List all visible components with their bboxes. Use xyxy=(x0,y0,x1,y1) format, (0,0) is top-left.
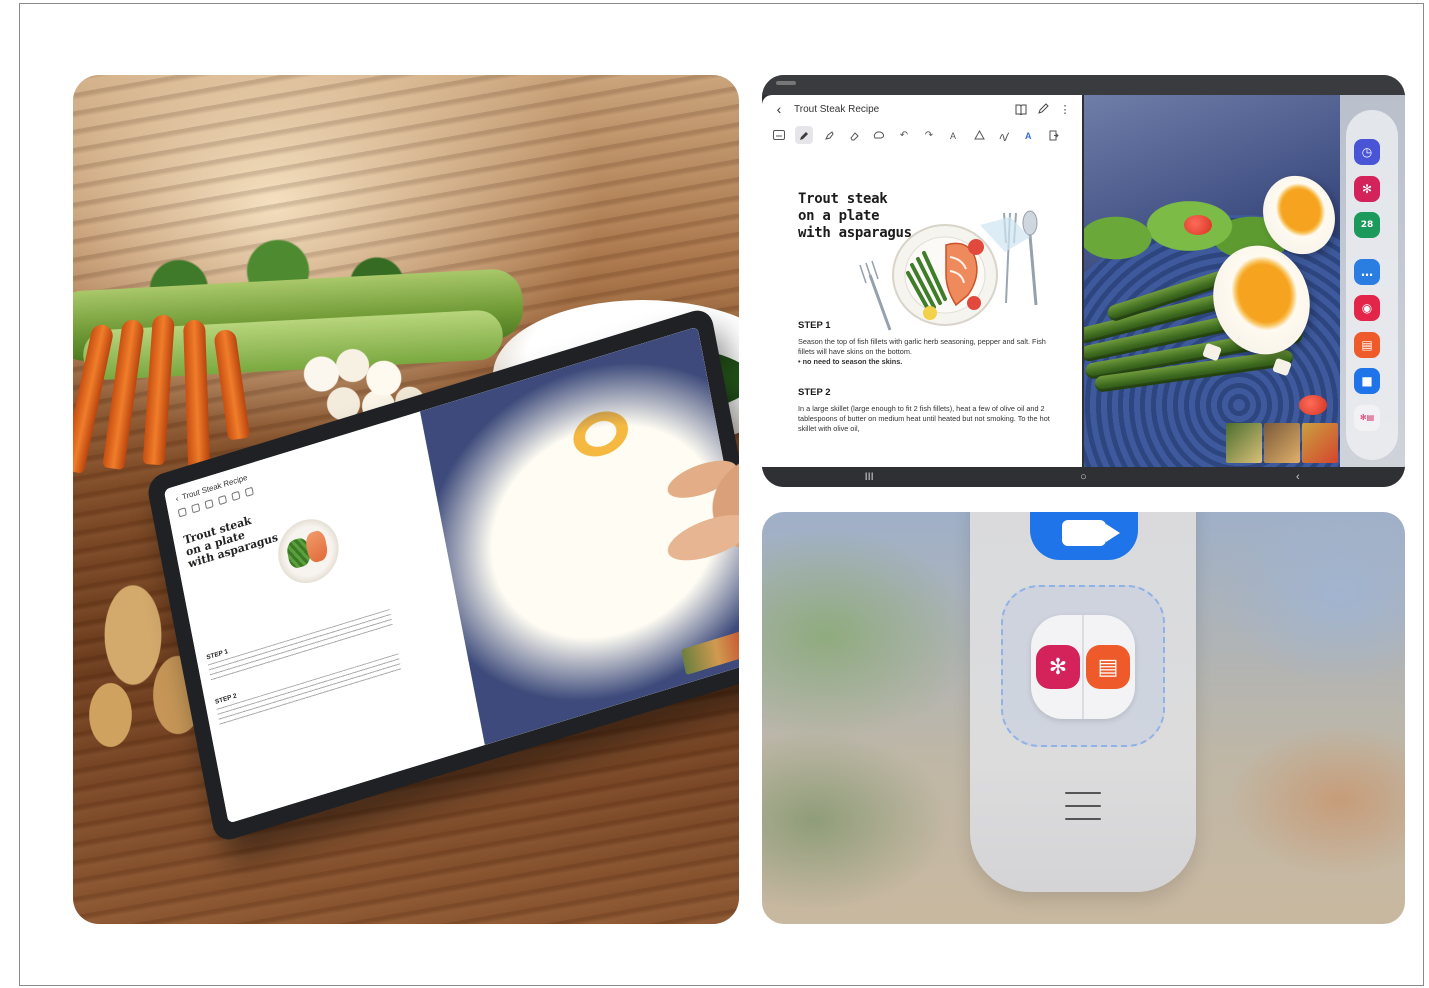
messages-glyph: … xyxy=(1361,265,1373,279)
note-title: Trout Steak Recipe xyxy=(794,103,880,115)
tool-icon[interactable] xyxy=(231,490,241,502)
app-pair-icon[interactable]: ✻▤ xyxy=(1354,405,1380,431)
edge-panel: ◷ ✻ 28 … ◉ ▤ ■ ✻▤ xyxy=(1340,95,1405,467)
undo-icon[interactable]: ↶ xyxy=(895,126,913,144)
eraser-icon[interactable] xyxy=(845,126,863,144)
tool-icon[interactable] xyxy=(191,503,201,514)
tool-icon[interactable] xyxy=(217,494,228,506)
gallery-flower-icon: ✻ xyxy=(1036,645,1080,689)
clock-glyph: ◷ xyxy=(1361,145,1373,159)
shape-icon[interactable] xyxy=(970,126,988,144)
menu-icon[interactable] xyxy=(1065,792,1101,824)
step1-label: STEP 1 xyxy=(798,320,831,331)
share-icon[interactable] xyxy=(1045,126,1063,144)
svg-text:A: A xyxy=(1025,131,1032,141)
tool-icon[interactable] xyxy=(177,507,187,518)
tomato xyxy=(1184,215,1212,235)
tool-icon[interactable] xyxy=(244,486,254,497)
notes-toolbar: ↶ ↷ A A xyxy=(762,123,1082,147)
redo-icon[interactable]: ↷ xyxy=(920,126,938,144)
notes-glyph: ▤ xyxy=(1361,338,1373,352)
photo-thumbnail[interactable] xyxy=(1264,423,1300,463)
tablet-lifestyle-photo: ‹ Trout Steak Recipe Trout steak on a pl… xyxy=(73,75,739,924)
gallery-flower-glyph: ✻ xyxy=(1048,654,1068,679)
home-button[interactable]: ○ xyxy=(1068,471,1098,483)
calendar-icon[interactable]: 28 xyxy=(1354,212,1380,238)
edge-panel-closeup: ✻ ▤ xyxy=(762,512,1405,924)
notes-icon[interactable]: ▤ xyxy=(1354,332,1380,358)
back-icon[interactable]: ‹ xyxy=(175,494,179,504)
svg-text:A: A xyxy=(950,131,956,141)
tool-icon[interactable] xyxy=(204,499,214,510)
messages-icon[interactable]: … xyxy=(1354,259,1380,285)
back-button[interactable]: ‹ xyxy=(1283,471,1313,483)
reading-mode-icon[interactable]: A xyxy=(1020,126,1038,144)
back-arrow-icon[interactable]: ‹ xyxy=(772,102,786,116)
tomato xyxy=(1299,395,1327,415)
gallery-flower-icon[interactable]: ✻ xyxy=(1354,176,1380,202)
notes-app-pane: ‹ Trout Steak Recipe ⋮ ↶ ↷ A A Trout ste… xyxy=(762,95,1082,467)
highlighter-icon[interactable] xyxy=(820,126,838,144)
handwriting-icon[interactable] xyxy=(995,126,1013,144)
split-screen-view: ‹ Trout Steak Recipe ⋮ ↶ ↷ A A Trout ste… xyxy=(762,75,1405,487)
navigation-bar: III ○ ‹ xyxy=(762,467,1405,487)
video-call-icon[interactable] xyxy=(1030,512,1138,560)
book-icon[interactable] xyxy=(1014,102,1028,116)
camera-icon[interactable]: ◉ xyxy=(1354,295,1380,321)
photo-thumbnail[interactable] xyxy=(1226,423,1262,463)
status-bar xyxy=(762,75,1405,95)
gallery-photo-pane xyxy=(1084,95,1340,467)
pen-icon[interactable] xyxy=(1036,102,1050,116)
step1-text: Season the top of fish fillets with garl… xyxy=(798,337,1046,356)
video-camera-glyph xyxy=(1062,520,1120,546)
app-pair-divider xyxy=(1082,615,1084,719)
text-icon[interactable]: A xyxy=(945,126,963,144)
photo-thumbnail-strip xyxy=(1226,423,1338,463)
notes-glyph: ▤ xyxy=(1097,654,1119,679)
thumbnail-strip[interactable] xyxy=(681,629,739,676)
pen-tool-icon[interactable] xyxy=(795,126,813,144)
video-call-icon[interactable]: ■ xyxy=(1354,368,1380,394)
lasso-icon[interactable] xyxy=(870,126,888,144)
gallery-glyph: ✻ xyxy=(1361,182,1373,196)
notes-icon: ▤ xyxy=(1086,645,1130,689)
step1-body: Season the top of fish fillets with garl… xyxy=(798,337,1058,367)
notes-header: ‹ Trout Steak Recipe ⋮ xyxy=(762,95,1082,123)
keyboard-icon[interactable] xyxy=(770,126,788,144)
step2-label: STEP 2 xyxy=(798,387,831,398)
recents-button[interactable]: III xyxy=(854,471,884,483)
photo-thumbnail[interactable] xyxy=(1302,423,1338,463)
more-icon[interactable]: ⋮ xyxy=(1058,102,1072,116)
video-call-glyph: ■ xyxy=(1361,374,1373,388)
app-pair-glyph: ✻▤ xyxy=(1359,413,1375,422)
step2-body: In a large skillet (large enough to fit … xyxy=(798,404,1050,433)
calendar-glyph: 28 xyxy=(1360,220,1374,230)
step1-note: • no need to season the skins. xyxy=(798,357,903,366)
trout-plate-illustration xyxy=(859,210,1038,331)
camera-glyph: ◉ xyxy=(1361,301,1373,315)
clock-icon[interactable]: ◷ xyxy=(1354,139,1380,165)
